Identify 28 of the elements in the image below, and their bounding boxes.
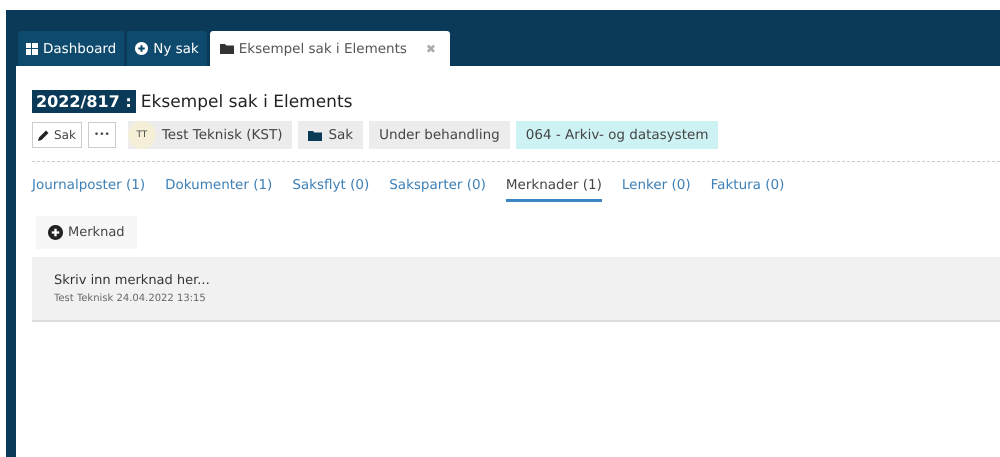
subtab[interactable]: Journalposter (1) — [32, 177, 146, 202]
pencil-icon — [38, 129, 50, 141]
add-note-button[interactable]: Merknad — [36, 216, 137, 249]
plus-circle-icon — [135, 42, 148, 55]
more-button[interactable]: ••• — [88, 122, 116, 148]
subtab[interactable]: Lenker (0) — [622, 177, 691, 202]
subtab[interactable]: Faktura (0) — [710, 177, 784, 202]
note-text: Skriv inn merknad her... — [54, 273, 211, 288]
subtab[interactable]: Dokumenter (1) — [165, 177, 272, 202]
case-title: Eksempel sak i Elements — [140, 92, 352, 112]
chip: 064 - Arkiv- og datasystem — [516, 121, 718, 149]
folder-icon — [220, 43, 234, 54]
note-meta: Test Teknisk 24.04.2022 13:15 — [54, 293, 207, 304]
plus-circle-icon — [48, 225, 63, 240]
subtab[interactable]: Merknader (1) — [506, 177, 602, 202]
tab[interactable]: Dashboard — [18, 31, 124, 66]
dashboard-icon — [26, 42, 38, 54]
chip: TT Test Teknisk (KST) — [128, 121, 292, 149]
subtab[interactable]: Saksparter (0) — [389, 177, 486, 202]
case-number: 2022/817 : — [32, 90, 136, 113]
tab[interactable]: Ny sak — [127, 31, 207, 66]
edit-button[interactable]: Sak — [32, 122, 82, 148]
folder-icon — [308, 130, 322, 140]
tab[interactable]: Eksempel sak i Elements ✖ — [210, 31, 450, 66]
subtab[interactable]: Saksflyt (0) — [292, 177, 370, 202]
chip: Sak — [298, 121, 364, 149]
avatar: TT — [128, 121, 156, 149]
chip: Under behandling — [369, 121, 510, 149]
